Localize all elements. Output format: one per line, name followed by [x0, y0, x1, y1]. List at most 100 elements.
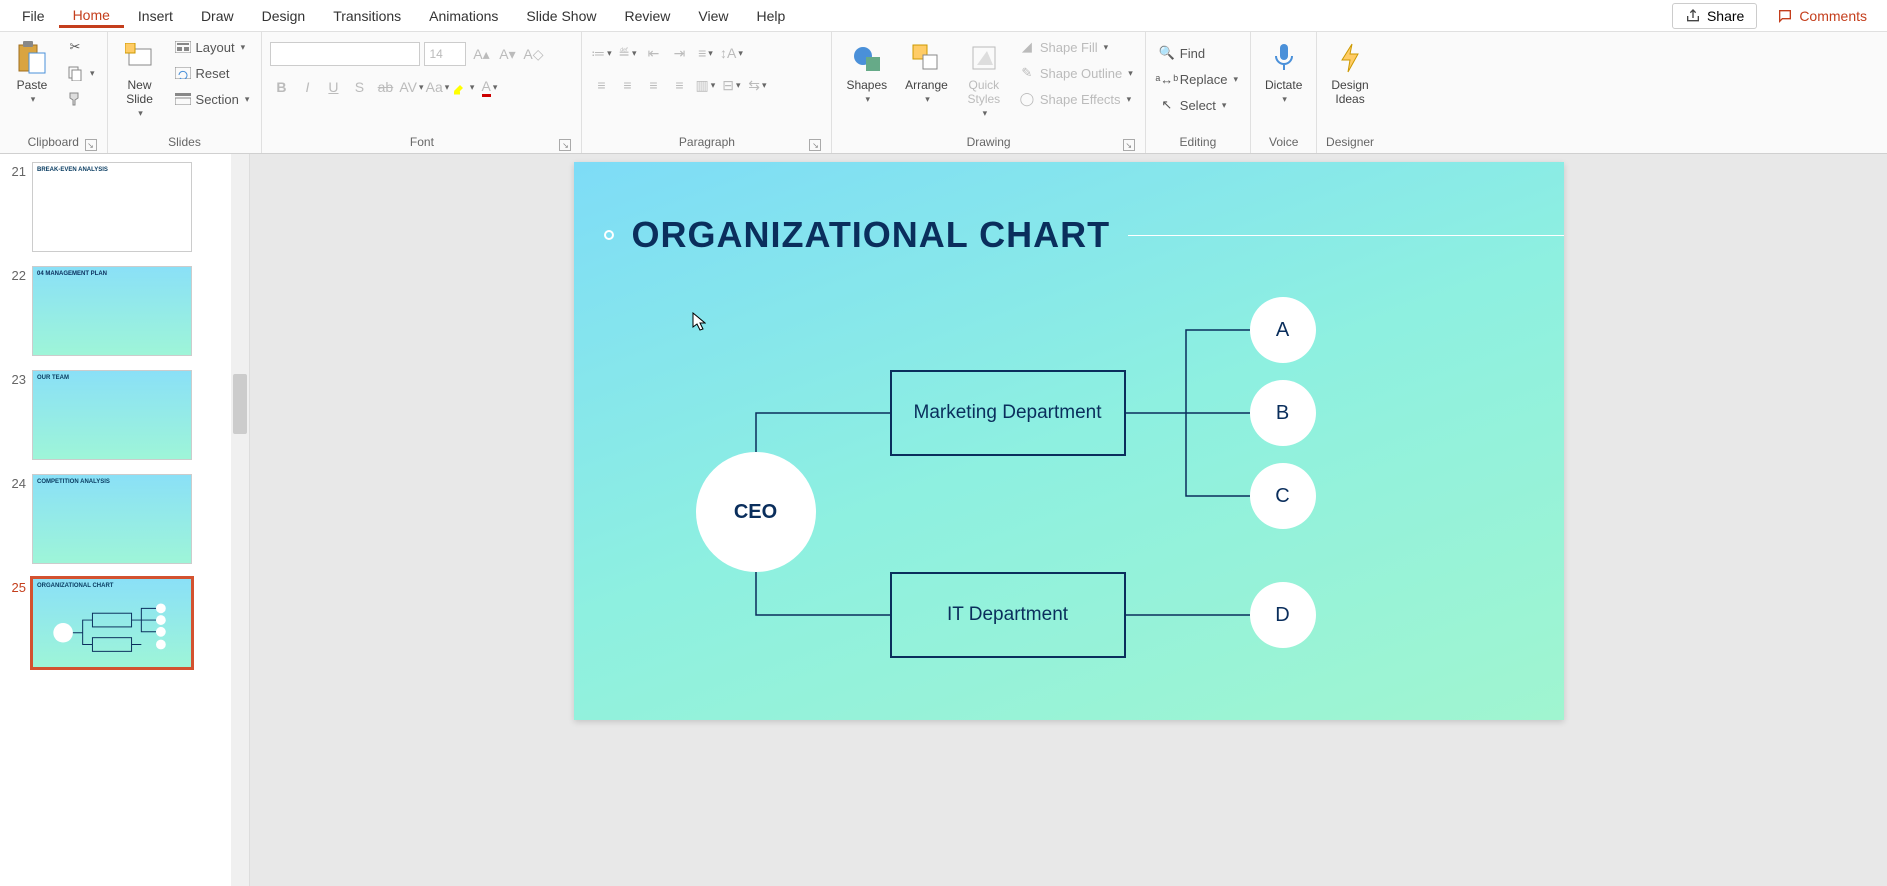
quick-styles-button[interactable]: Quick Styles▾ [960, 36, 1008, 123]
smartart-button[interactable]: ⇆▾ [746, 74, 768, 96]
shape-fill-button[interactable]: ◢Shape Fill▾ [1014, 36, 1137, 58]
underline-button[interactable]: U [322, 76, 344, 98]
font-color-button[interactable]: A▾ [478, 76, 500, 98]
dialog-launcher[interactable]: ↘ [85, 139, 97, 151]
chevron-down-icon: ▾ [1104, 42, 1109, 53]
replace-button[interactable]: ᵃ↔ᵇReplace▾ [1154, 68, 1242, 90]
canvas-area[interactable]: ORGANIZATIONAL CHART CEO Marketing Depar… [250, 154, 1887, 886]
org-node-it[interactable]: IT Department [890, 572, 1126, 658]
italic-button[interactable]: I [296, 76, 318, 98]
menu-insert[interactable]: Insert [124, 4, 187, 28]
align-text-button[interactable]: ⊟▾ [720, 74, 742, 96]
format-painter-button[interactable] [62, 88, 99, 110]
thumbnail[interactable]: 04 MANAGEMENT PLAN [32, 266, 192, 356]
chevron-down-icon: ▾ [138, 108, 143, 119]
chevron-down-icon: ▾ [90, 68, 95, 79]
font-group-label: Font↘ [270, 133, 573, 153]
decrease-font-button[interactable]: A▾ [496, 43, 518, 65]
org-node-c[interactable]: C [1250, 463, 1316, 529]
paste-button[interactable]: Paste ▾ [8, 36, 56, 109]
slides-group-label: Slides [116, 133, 254, 153]
shape-outline-button[interactable]: ✎Shape Outline▾ [1014, 62, 1137, 84]
thumbnail-selected[interactable]: ORGANIZATIONAL CHART [32, 578, 192, 668]
align-left-button[interactable]: ≡ [590, 74, 612, 96]
design-ideas-button[interactable]: Design Ideas [1325, 36, 1374, 110]
numbering-button[interactable]: ≝▾ [616, 42, 638, 64]
spacing-button[interactable]: AV▾ [400, 76, 422, 98]
dialog-launcher[interactable]: ↘ [809, 139, 821, 151]
shape-effects-button[interactable]: ◯Shape Effects▾ [1014, 88, 1137, 110]
thumbnail[interactable]: COMPETITION ANALYSIS [32, 474, 192, 564]
thumbnail-row[interactable]: 25 ORGANIZATIONAL CHART [4, 578, 245, 668]
menu-view[interactable]: View [684, 4, 742, 28]
thumbnail-row[interactable]: 22 04 MANAGEMENT PLAN [4, 266, 245, 356]
increase-font-button[interactable]: A▴ [470, 43, 492, 65]
menu-transitions[interactable]: Transitions [319, 4, 415, 28]
shadow-button[interactable]: S [348, 76, 370, 98]
columns-button[interactable]: ▥▾ [694, 74, 716, 96]
comments-button[interactable]: Comments [1765, 4, 1879, 28]
cut-button[interactable]: ✂ [62, 36, 99, 58]
section-button[interactable]: Section▾ [170, 88, 254, 110]
menu-help[interactable]: Help [742, 4, 799, 28]
org-node-d[interactable]: D [1250, 582, 1316, 648]
thumbnail-panel[interactable]: 21 BREAK-EVEN ANALYSIS 22 04 MANAGEMENT … [0, 154, 250, 886]
ribbon: Paste ▾ ✂ ▾ Clipboard↘ New Slide ▾ Layou… [0, 32, 1887, 154]
reset-button[interactable]: Reset [170, 62, 254, 84]
new-slide-button[interactable]: New Slide ▾ [116, 36, 164, 123]
clear-format-button[interactable]: A◇ [522, 43, 544, 65]
slide-title[interactable]: ORGANIZATIONAL CHART [632, 214, 1111, 256]
ribbon-group-drawing: Shapes▾ Arrange▾ Quick Styles▾ ◢Shape Fi… [832, 32, 1145, 153]
thumbnail-row[interactable]: 21 BREAK-EVEN ANALYSIS [4, 162, 245, 252]
line-spacing-button[interactable]: ≡▾ [694, 42, 716, 64]
justify-button[interactable]: ≡ [668, 74, 690, 96]
scrollbar-handle[interactable] [233, 374, 247, 434]
chevron-down-icon: ▾ [31, 94, 36, 105]
change-case-button[interactable]: Aa▾ [426, 76, 448, 98]
chevron-down-icon: ▾ [1282, 94, 1287, 105]
select-button[interactable]: ↖Select▾ [1154, 94, 1242, 116]
inc-indent-button[interactable]: ⇥ [668, 42, 690, 64]
layout-icon [174, 38, 192, 56]
shapes-button[interactable]: Shapes▾ [840, 36, 893, 109]
arrange-button[interactable]: Arrange▾ [899, 36, 954, 109]
menu-file[interactable]: File [8, 4, 59, 28]
align-center-button[interactable]: ≡ [616, 74, 638, 96]
copy-button[interactable]: ▾ [62, 62, 99, 84]
share-button[interactable]: Share [1672, 3, 1757, 29]
ribbon-group-slides: New Slide ▾ Layout▾ Reset Section▾ Slide… [108, 32, 263, 153]
thumbnail-row[interactable]: 24 COMPETITION ANALYSIS [4, 474, 245, 564]
font-name-input[interactable] [270, 42, 420, 66]
highlight-button[interactable]: ▾ [452, 76, 474, 98]
dialog-launcher[interactable]: ↘ [559, 139, 571, 151]
strike-button[interactable]: ab [374, 76, 396, 98]
org-node-marketing[interactable]: Marketing Department [890, 370, 1126, 456]
find-button[interactable]: 🔍Find [1154, 42, 1242, 64]
org-node-b[interactable]: B [1250, 380, 1316, 446]
menu-animations[interactable]: Animations [415, 4, 512, 28]
slide[interactable]: ORGANIZATIONAL CHART CEO Marketing Depar… [574, 162, 1564, 720]
menu-draw[interactable]: Draw [187, 4, 248, 28]
menu-review[interactable]: Review [610, 4, 684, 28]
font-size-input[interactable]: 14 [424, 42, 466, 66]
menu-home[interactable]: Home [59, 3, 124, 28]
clipboard-group-label: Clipboard↘ [8, 133, 99, 153]
org-node-a[interactable]: A [1250, 297, 1316, 363]
text-direction-button[interactable]: ↕A▾ [720, 42, 742, 64]
dialog-launcher[interactable]: ↘ [1123, 139, 1135, 151]
thumbnail-scrollbar[interactable] [231, 154, 249, 886]
menu-slideshow[interactable]: Slide Show [512, 4, 610, 28]
bullets-button[interactable]: ≔▾ [590, 42, 612, 64]
bold-button[interactable]: B [270, 76, 292, 98]
thumbnail-row[interactable]: 23 OUR TEAM [4, 370, 245, 460]
thumbnail[interactable]: OUR TEAM [32, 370, 192, 460]
menu-design[interactable]: Design [248, 4, 320, 28]
layout-button[interactable]: Layout▾ [170, 36, 254, 58]
align-right-button[interactable]: ≡ [642, 74, 664, 96]
dec-indent-button[interactable]: ⇤ [642, 42, 664, 64]
bucket-icon: ◢ [1018, 38, 1036, 56]
dictate-button[interactable]: Dictate▾ [1259, 36, 1308, 109]
thumbnail[interactable]: BREAK-EVEN ANALYSIS [32, 162, 192, 252]
reset-label: Reset [196, 66, 230, 81]
org-node-ceo[interactable]: CEO [696, 452, 816, 572]
